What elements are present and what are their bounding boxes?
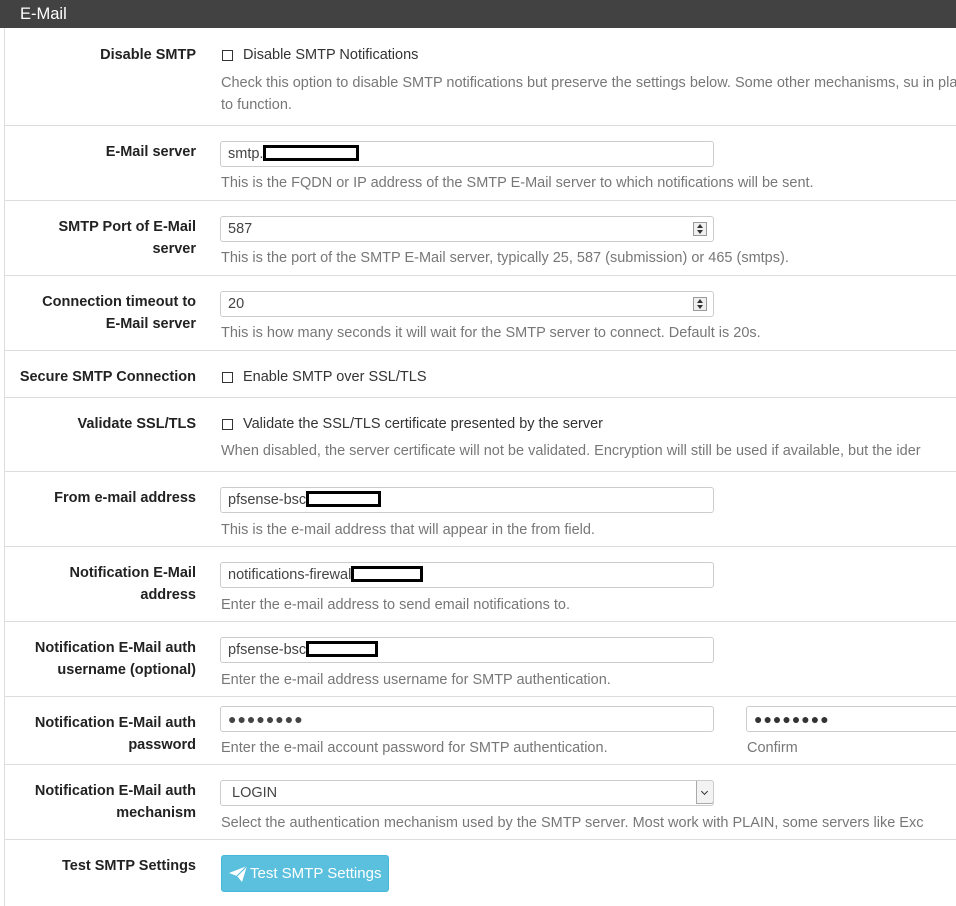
validate-ssl-checkbox[interactable] [222, 419, 233, 430]
auth-mechanism-help: Select the authentication mechanism used… [221, 815, 924, 831]
disable-smtp-label: Disable SMTP [100, 47, 196, 63]
smtp-port-value: 587 [228, 221, 253, 237]
timeout-value: 20 [228, 296, 245, 312]
email-server-input[interactable]: smtp. [220, 141, 714, 167]
row-test-smtp: Test SMTP Settings Test SMTP Settings [4, 839, 956, 906]
validate-ssl-label: Validate SSL/TLS [77, 416, 196, 432]
validate-ssl-checkbox-label[interactable]: Validate the SSL/TLS certificate present… [243, 413, 603, 435]
validate-ssl-help: When disabled, the server certificate wi… [221, 443, 921, 459]
spinner-up-icon[interactable] [697, 224, 703, 228]
auth-mechanism-label-line1: Notification E-Mail auth [34, 783, 196, 799]
auth-password-label-line1: Notification E-Mail auth [34, 715, 196, 731]
row-disable-smtp: Disable SMTP Disable SMTP Notifications … [4, 28, 956, 125]
disable-smtp-help: Check this option to disable SMTP notifi… [221, 75, 956, 113]
auth-username-input[interactable]: pfsense-bsc [220, 637, 714, 663]
timeout-help: This is how many seconds it will wait fo… [221, 325, 761, 341]
auth-mechanism-label: Notification E-Mail auth mechanism [35, 780, 196, 824]
from-address-input[interactable]: pfsense-bsc [220, 487, 714, 513]
redaction-box [351, 565, 424, 582]
row-auth-mechanism: Notification E-Mail auth mechanism LOGIN… [4, 764, 956, 839]
auth-username-label-line1: Notification E-Mail auth [34, 640, 196, 656]
email-server-value: smtp. [228, 146, 264, 162]
test-smtp-button-label: Test SMTP Settings [250, 865, 382, 882]
auth-password-value: ●●●●●●●● [228, 711, 304, 727]
notification-address-value: notifications-firewal [228, 567, 352, 583]
smtp-port-label-line2: server [152, 241, 196, 257]
auth-password-label-line2: password [128, 737, 196, 753]
auth-mechanism-value: LOGIN [232, 785, 278, 801]
notification-address-help: Enter the e-mail address to send email n… [221, 597, 570, 613]
timeout-label-line2: E-Mail server [105, 316, 196, 332]
row-validate-ssl: Validate SSL/TLS Validate the SSL/TLS ce… [4, 397, 956, 471]
auth-password-help: Enter the e-mail account password for SM… [221, 740, 608, 756]
row-notification-address: Notification E-Mail address notification… [4, 546, 956, 621]
row-auth-password: Notification E-Mail auth password ●●●●●●… [4, 696, 956, 764]
redaction-box [306, 640, 379, 657]
smtp-port-spinner[interactable] [693, 222, 707, 236]
email-server-help: This is the FQDN or IP address of the SM… [221, 175, 814, 191]
smtp-port-label: SMTP Port of E-Mail server [59, 216, 197, 260]
auth-mechanism-label-line2: mechanism [116, 805, 196, 821]
send-icon [229, 865, 248, 882]
from-address-help: This is the e-mail address that will app… [221, 522, 595, 538]
disable-smtp-checkbox-label[interactable]: Disable SMTP Notifications [243, 44, 418, 66]
section-header: E-Mail [0, 0, 956, 28]
auth-username-label-line2: username (optional) [57, 662, 196, 678]
from-address-label: From e-mail address [54, 490, 196, 506]
timeout-label: Connection timeout to E-Mail server [42, 291, 196, 335]
smtp-port-label-line1: SMTP Port of E-Mail [58, 219, 197, 235]
auth-username-label: Notification E-Mail auth username (optio… [35, 637, 196, 681]
test-smtp-label: Test SMTP Settings [61, 858, 196, 874]
timeout-spinner[interactable] [693, 297, 707, 311]
auth-mechanism-select[interactable]: LOGIN [220, 780, 714, 806]
secure-smtp-label: Secure SMTP Connection [19, 369, 196, 385]
row-from-address: From e-mail address pfsense-bsc This is … [4, 471, 956, 546]
auth-username-value: pfsense-bsc [228, 642, 307, 658]
smtp-port-input[interactable]: 587 [220, 216, 714, 242]
auth-password-input[interactable]: ●●●●●●●● [220, 706, 714, 732]
notification-address-label-line1: Notification E-Mail [69, 565, 196, 581]
secure-smtp-checkbox[interactable] [222, 372, 233, 383]
auth-password-confirm-label: Confirm [747, 740, 798, 756]
auth-password-label: Notification E-Mail auth password [35, 712, 196, 756]
spinner-down-icon[interactable] [697, 305, 703, 309]
row-secure-smtp: Secure SMTP Connection Enable SMTP over … [4, 350, 956, 397]
spinner-down-icon[interactable] [697, 230, 703, 234]
auth-password-confirm-input[interactable]: ●●●●●●●● [746, 706, 956, 732]
row-timeout: Connection timeout to E-Mail server 20 T… [4, 275, 956, 350]
disable-smtp-checkbox[interactable] [222, 50, 233, 61]
auth-username-help: Enter the e-mail address username for SM… [221, 672, 611, 688]
notification-address-input[interactable]: notifications-firewal [220, 562, 714, 588]
notification-address-label-line2: address [140, 587, 196, 603]
section-title: E-Mail [20, 5, 67, 23]
timeout-input[interactable]: 20 [220, 291, 714, 317]
email-server-label: E-Mail server [105, 144, 196, 160]
notification-address-label: Notification E-Mail address [70, 562, 196, 606]
test-smtp-button[interactable]: Test SMTP Settings [221, 855, 389, 892]
from-address-value: pfsense-bsc [228, 492, 307, 508]
timeout-label-line1: Connection timeout to [42, 294, 196, 310]
row-smtp-port: SMTP Port of E-Mail server 587 This is t… [4, 200, 956, 275]
chevron-down-icon[interactable] [696, 781, 713, 804]
secure-smtp-checkbox-label[interactable]: Enable SMTP over SSL/TLS [243, 366, 427, 388]
smtp-port-help: This is the port of the SMTP E-Mail serv… [221, 250, 789, 266]
row-auth-username: Notification E-Mail auth username (optio… [4, 621, 956, 696]
row-email-server: E-Mail server smtp. This is the FQDN or … [4, 125, 956, 200]
redaction-box [263, 144, 360, 161]
auth-password-confirm-value: ●●●●●●●● [754, 711, 830, 727]
redaction-box [306, 490, 382, 507]
spinner-up-icon[interactable] [697, 299, 703, 303]
